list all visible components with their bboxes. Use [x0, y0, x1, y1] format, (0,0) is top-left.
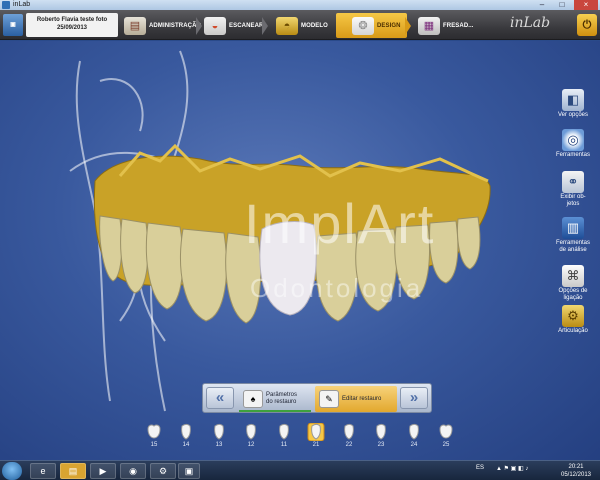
tooth-icon — [147, 424, 161, 439]
watermark-subtitle: Odontologia — [250, 273, 424, 303]
step-label: ADMINISTRAÇÃO — [149, 22, 202, 29]
step-label: DESIGN — [377, 22, 401, 29]
settings-icon[interactable]: ⚙ — [150, 463, 176, 479]
chrome-icon[interactable]: ◉ — [120, 463, 146, 479]
app-header: ▣ Roberto Flavia teste foto 25/09/2013 ▤… — [0, 10, 600, 40]
window-titlebar: inLab – □ × — [0, 0, 600, 10]
tooth-button-21[interactable]: 21 — [302, 423, 330, 448]
sirona-logo[interactable]: ▣ — [3, 14, 23, 36]
patient-info[interactable]: Roberto Flavia teste foto 25/09/2013 — [26, 13, 118, 37]
tooth-button-14[interactable]: 14 — [172, 423, 200, 448]
tooth-number: 11 — [280, 442, 288, 448]
tooth-button-15[interactable]: 15 — [140, 423, 168, 448]
tooth-button-12[interactable]: 12 — [237, 423, 265, 448]
tooth-number: 21 — [312, 442, 320, 448]
tray-icons[interactable]: ▲ ⚑ ▣ ◧ ♪ — [496, 465, 528, 472]
tooth-button-22[interactable]: 22 — [335, 423, 363, 448]
step-label: ESCANEAR — [229, 22, 264, 29]
tool-articulacao[interactable]: ⚙ Articulação — [552, 305, 594, 335]
tooth-number: 25 — [442, 442, 450, 448]
tooth-button-25[interactable]: 25 — [432, 423, 460, 448]
tooth-number: 23 — [377, 442, 385, 448]
app-icon — [2, 1, 10, 9]
step-label: MODELO — [301, 22, 328, 29]
milling-icon: ▦ — [418, 16, 440, 35]
tab-editar-restauro[interactable]: ✎ Editar restauro — [315, 386, 397, 412]
explorer-icon[interactable]: ▤ — [60, 463, 86, 479]
tooth-number: 13 — [215, 442, 223, 448]
tooth-button-24[interactable]: 24 — [400, 423, 428, 448]
model-icon: ◓ — [276, 16, 298, 35]
patient-date: 25/09/2013 — [56, 25, 88, 31]
step-separator — [196, 17, 202, 35]
media-icon[interactable]: ▶ — [90, 463, 116, 479]
step-modelo[interactable]: ◓ MODELO — [276, 13, 328, 38]
minimize-icon[interactable]: – — [532, 0, 552, 10]
tooth-button-23[interactable]: 23 — [367, 423, 395, 448]
tool-ferramentas-analise[interactable]: ▥ Ferramentas de análise — [552, 217, 594, 254]
tooth-icon — [344, 424, 354, 440]
tool-opcoes-ligacao[interactable]: ⌘ Opções de ligação — [552, 265, 594, 302]
previous-step-button[interactable]: « — [206, 387, 234, 409]
start-button[interactable] — [2, 462, 22, 480]
tooth-icon — [181, 424, 191, 440]
step-administracao[interactable]: ▤ ADMINISTRAÇÃO — [124, 13, 201, 38]
tooth-button-13[interactable]: 13 — [205, 423, 233, 448]
folder-icon: ▤ — [124, 16, 146, 35]
tooth-number: 14 — [182, 442, 190, 448]
step-progress-bar — [239, 410, 311, 412]
ie-icon[interactable]: e — [30, 463, 56, 479]
tooth-icon — [307, 423, 325, 441]
tooth-icon — [409, 424, 419, 440]
tooth-selector: 15 14 13 12 11 21 22 23 24 25 — [0, 423, 600, 465]
brand-logo: inLab — [510, 15, 551, 31]
step-escanear[interactable]: ◒ ESCANEAR — [204, 13, 263, 38]
tool-exibir-objetos[interactable]: ⚭ Exibir ob- jetos — [552, 171, 594, 208]
step-label: FRESAD... — [443, 22, 474, 29]
window-title: inLab — [13, 1, 31, 8]
language-indicator[interactable]: ES — [476, 465, 484, 471]
tool-ring-icon: ◎ — [562, 129, 584, 151]
tooth-icon — [279, 424, 289, 440]
analysis-icon: ▥ — [562, 217, 584, 239]
step-design[interactable]: ❂ DESIGN — [336, 13, 407, 38]
workflow-panel: « ♠ Parâmetros do restauro ✎ Editar rest… — [202, 383, 432, 413]
tooth-number: 22 — [345, 442, 353, 448]
tooth-number: 15 — [150, 442, 158, 448]
tooth-icon — [376, 424, 386, 440]
design-icon: ❂ — [352, 16, 374, 35]
articulator-icon: ⚙ — [562, 305, 584, 327]
patient-name: Roberto Flavia teste foto — [36, 17, 108, 23]
tooth-number: 12 — [247, 442, 255, 448]
windows-taskbar: e ▤ ▶ ◉ ⚙ ▣ ES ▲ ⚑ ▣ ◧ ♪ 20:21 05/12/201… — [0, 460, 600, 480]
connection-icon: ⌘ — [562, 265, 584, 287]
objects-icon: ⚭ — [562, 171, 584, 193]
tooth-icon — [214, 424, 224, 440]
maximize-icon[interactable]: □ — [552, 0, 572, 10]
power-icon[interactable]: ⏻ — [577, 14, 597, 36]
next-step-button[interactable]: » — [400, 387, 428, 409]
tooth-number: 24 — [410, 442, 418, 448]
tool-ver-opcoes[interactable]: ◧ Ver opções — [552, 89, 594, 119]
step-fresadora[interactable]: ▦ FRESAD... — [418, 13, 474, 38]
step-separator — [405, 17, 411, 35]
close-icon[interactable]: × — [574, 0, 598, 10]
tooth-icon — [439, 424, 453, 439]
scanner-icon: ◒ — [204, 16, 226, 35]
watermark-title: ImplArt — [244, 192, 436, 255]
step-separator — [262, 17, 268, 35]
inlab-taskbar-icon[interactable]: ▣ — [178, 463, 200, 479]
cube-view-icon: ◧ — [562, 89, 584, 111]
clock[interactable]: 20:21 05/12/2013 — [556, 463, 596, 479]
edit-restoration-icon: ✎ — [319, 390, 339, 408]
tooth-icon — [246, 424, 256, 440]
tooth-params-icon: ♠ — [243, 390, 263, 408]
tab-parametros-restauro[interactable]: ♠ Parâmetros do restauro — [239, 386, 311, 412]
tool-ferramentas[interactable]: ◎ Ferramentas — [552, 129, 594, 159]
tooth-button-11[interactable]: 11 — [270, 423, 298, 448]
